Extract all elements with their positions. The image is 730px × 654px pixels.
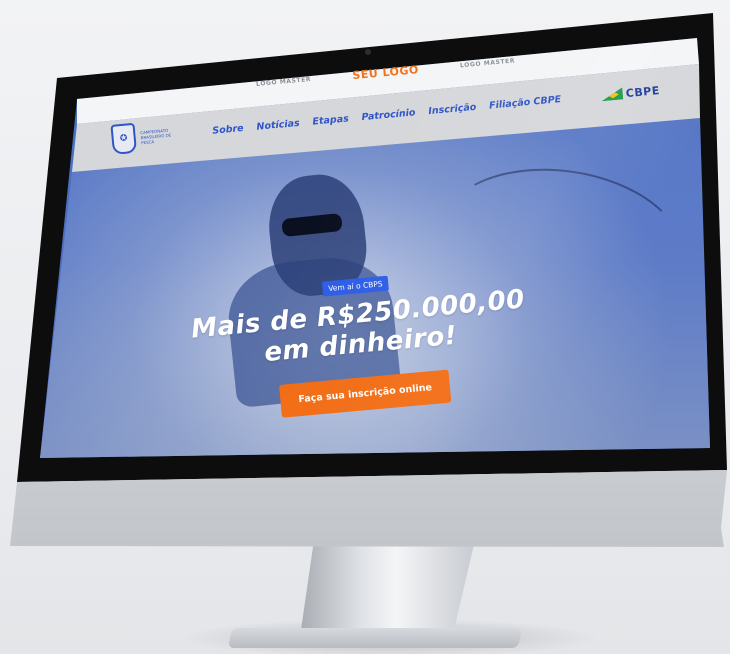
hero-badge: Vem aí o CBPS — [321, 275, 390, 297]
site-logo-emblem[interactable]: ✪ — [110, 122, 138, 155]
camera-icon — [365, 49, 371, 55]
signup-online-button[interactable]: Faça sua inscrição online — [279, 369, 452, 418]
scene: LOGO MASTER SEU LOGO LOGO MASTER ✪ CAMPE… — [0, 0, 730, 654]
partner-logo-cbpe[interactable]: CBPE — [600, 84, 660, 102]
monitor: LOGO MASTER SEU LOGO LOGO MASTER ✪ CAMPE… — [0, 0, 730, 654]
sponsor-logo-main[interactable]: SEU LOGO — [352, 63, 419, 82]
site-logo-text[interactable]: CAMPEONATO BRASILEIRO DE PESCA — [140, 126, 181, 144]
partner-logo-text: CBPE — [625, 83, 661, 100]
shield-icon: ✪ — [119, 133, 128, 145]
nav-item-filiacao[interactable]: Filiação CBPE — [489, 94, 562, 112]
brazil-flag-icon — [600, 87, 623, 101]
nav-item-patrocinio[interactable]: Patrocínio — [361, 107, 416, 123]
nav-item-noticias[interactable]: Notícias — [256, 117, 300, 132]
nav-item-etapas[interactable]: Etapas — [312, 113, 349, 127]
hero-headline: Mais de R$250.000,00 em dinheiro! — [177, 283, 541, 375]
sponsor-logo-left[interactable]: LOGO MASTER — [256, 75, 312, 87]
sponsor-logo-right[interactable]: LOGO MASTER — [460, 57, 516, 69]
nav-item-inscricao[interactable]: Inscrição — [428, 101, 477, 116]
nav-item-sobre[interactable]: Sobre — [212, 122, 244, 136]
